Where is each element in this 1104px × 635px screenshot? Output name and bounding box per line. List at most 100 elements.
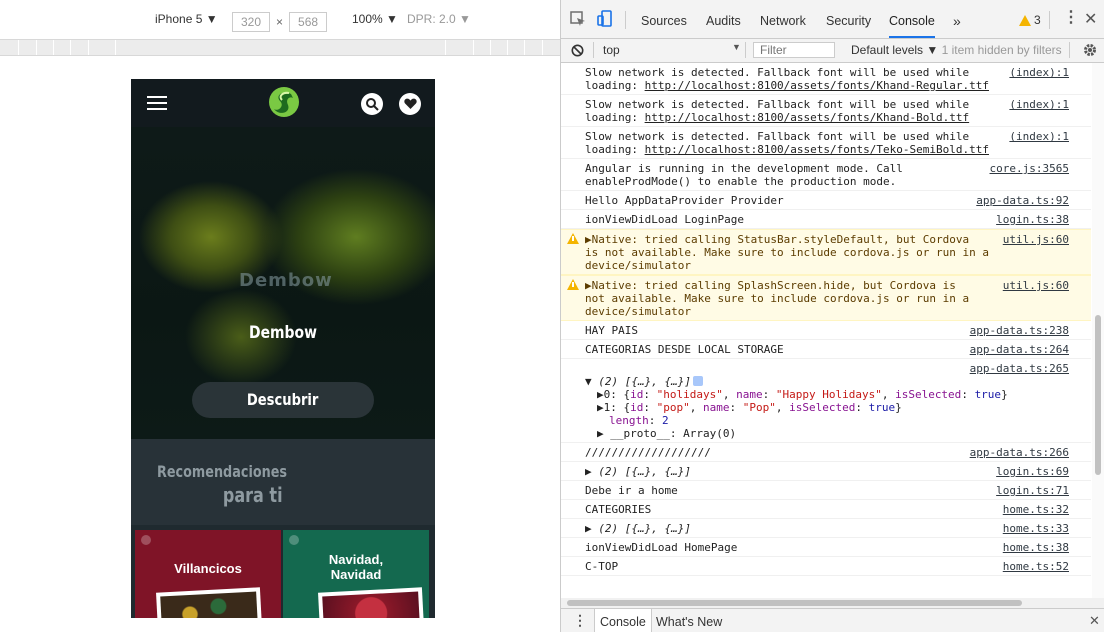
close-icon[interactable]: ✕ — [1084, 9, 1097, 29]
recommendations-title: Recomendaciones — [157, 462, 288, 481]
source-link[interactable]: app-data.ts:264 — [964, 343, 1069, 356]
resource-link[interactable]: http://localhost:8100/assets/fonts/Teko-… — [645, 143, 989, 156]
message-text-line2: loading: http://localhost:8100/assets/fo… — [585, 79, 1083, 92]
resource-link[interactable]: http://localhost:8100/assets/fonts/Khand… — [645, 111, 970, 124]
phone-viewport: Dembow Dembow Descubrir Recomendaciones … — [131, 79, 435, 618]
filter-input[interactable] — [753, 42, 835, 58]
app-header — [131, 79, 435, 127]
console-message: ///////////////////app-data.ts:266 — [561, 443, 1091, 462]
height-input[interactable]: 568 — [289, 12, 328, 32]
array-toggle[interactable]: ▼ (2) [{…}, {…}] — [585, 375, 1083, 388]
tab-security[interactable]: Security — [826, 0, 871, 38]
tab-audits[interactable]: Audits — [706, 0, 741, 38]
context-select[interactable]: top — [603, 43, 620, 57]
zoom-select[interactable]: 100% ▼ — [352, 12, 398, 26]
playlist-card[interactable]: Villancicos — [135, 530, 281, 618]
tab-sources[interactable]: Sources — [641, 0, 687, 38]
console-vertical-scrollbar[interactable] — [1092, 63, 1104, 598]
source-link[interactable]: app-data.ts:266 — [964, 446, 1069, 459]
inspect-element-icon[interactable] — [569, 10, 587, 28]
prop-selected: true — [974, 388, 1002, 401]
console-horizontal-scrollbar[interactable] — [561, 598, 1104, 608]
console-message: Slow network is detected. Fallback font … — [561, 95, 1091, 127]
source-link[interactable]: core.js:3565 — [984, 162, 1069, 175]
clear-console-icon[interactable] — [571, 44, 584, 57]
card-title-line1: Navidad, — [328, 552, 384, 567]
source-link[interactable]: login.ts:38 — [990, 213, 1069, 226]
tab-network[interactable]: Network — [760, 0, 806, 38]
dpr-select[interactable]: DPR: 2.0 ▼ — [407, 12, 471, 26]
source-link[interactable]: home.ts:32 — [997, 503, 1069, 516]
warning-counter[interactable]: 3 — [1019, 13, 1041, 27]
console-filter-bar: top ▼ Default levels ▼ 1 item hidden by … — [561, 39, 1104, 63]
devtools-tab-bar: Sources Audits Network Security Console … — [561, 0, 1104, 39]
devtools-panel: Sources Audits Network Security Console … — [560, 0, 1104, 632]
console-message: Slow network is detected. Fallback font … — [561, 127, 1091, 159]
device-toolbar-icon[interactable] — [596, 10, 614, 28]
drawer-menu-icon[interactable]: ⋮ — [573, 612, 587, 629]
discover-label: Descubrir — [247, 390, 319, 409]
more-tabs-button[interactable]: » — [953, 0, 961, 38]
card-badge — [289, 535, 299, 545]
card-title: Villancicos — [174, 561, 242, 576]
prop-name: "Happy Holidays" — [775, 388, 882, 401]
hero-watermark: Dembow — [239, 270, 333, 291]
array-length: length: 2 — [609, 414, 669, 427]
source-link[interactable]: home.ts:52 — [997, 560, 1069, 573]
media-query-ruler[interactable] — [0, 39, 560, 56]
app-logo — [269, 87, 299, 117]
message-text-line3: device/simulator — [585, 259, 691, 272]
chevron-down-icon[interactable]: ▼ — [732, 42, 741, 52]
console-message: Slow network is detected. Fallback font … — [561, 63, 1091, 95]
entry-index: ▶1: — [597, 401, 624, 414]
gear-icon[interactable] — [1083, 43, 1097, 57]
source-link[interactable]: util.js:60 — [996, 233, 1069, 246]
console-message: Hello AppDataProvider Provider app-data.t… — [561, 191, 1091, 210]
console-message: CATEGORIES home.ts:32 — [561, 500, 1091, 519]
info-icon — [692, 376, 703, 386]
tab-console[interactable]: Console — [889, 0, 935, 38]
proto-entry[interactable]: ▶ __proto__: Array(0) — [585, 427, 1083, 440]
drawer-tab-whats-new[interactable]: What's New — [651, 609, 727, 632]
resource-link[interactable]: http://localhost:8100/assets/fonts/Khand… — [645, 79, 989, 92]
playlist-card[interactable]: Navidad, Navidad — [283, 530, 429, 618]
source-link[interactable]: (index):1 — [1003, 130, 1069, 143]
console-message: HAY PAIS app-data.ts:238 — [561, 321, 1091, 340]
hero-banner: Dembow Dembow Descubrir — [131, 127, 435, 439]
array-entry[interactable]: ▶1: {id: "pop", name: "Pop", isSelected:… — [585, 401, 1083, 414]
discover-button[interactable]: Descubrir — [192, 382, 374, 418]
source-link[interactable]: app-data.ts:238 — [964, 324, 1069, 337]
search-icon[interactable] — [361, 93, 383, 115]
source-link[interactable]: (index):1 — [1003, 98, 1069, 111]
source-link[interactable]: app-data.ts:92 — [970, 194, 1069, 207]
source-link[interactable]: (index):1 — [1003, 66, 1069, 79]
close-drawer-icon[interactable]: ✕ — [1089, 613, 1100, 629]
card-image — [156, 587, 262, 618]
devtools-drawer-tabs: ⋮ Console What's New ✕ — [561, 608, 1104, 632]
log-levels-select[interactable]: Default levels ▼ 1 item hidden by filter… — [851, 43, 1062, 57]
device-select[interactable]: iPhone 5 ▼ — [155, 12, 218, 26]
source-link[interactable]: login.ts:69 — [990, 465, 1069, 478]
message-text: enableProdMode() to enable the productio… — [585, 175, 897, 188]
drawer-tab-console[interactable]: Console — [594, 609, 652, 632]
array-entry[interactable]: ▶0: {id: "holidays", name: "Happy Holida… — [585, 388, 1083, 401]
prop-selected: true — [868, 401, 896, 414]
kebab-menu-icon[interactable]: ⋮ — [1063, 9, 1079, 27]
prop-name: "Pop" — [742, 401, 776, 414]
warning-icon — [567, 233, 579, 244]
source-link[interactable]: home.ts:33 — [997, 522, 1069, 535]
menu-icon[interactable] — [147, 96, 167, 110]
device-toolbar: iPhone 5 ▼ 320 × 568 100% ▼ DPR: 2.0 ▼ — [0, 0, 560, 39]
source-link[interactable]: app-data.ts:265 — [964, 362, 1069, 375]
recommendations-subtitle: para ti — [223, 483, 283, 507]
console-message: ionViewDidLoad HomePage home.ts:38 — [561, 538, 1091, 557]
source-link[interactable]: login.ts:71 — [990, 484, 1069, 497]
warning-count: 3 — [1034, 13, 1041, 27]
width-input[interactable]: 320 — [232, 12, 271, 32]
source-link[interactable]: home.ts:38 — [997, 541, 1069, 554]
source-link[interactable]: util.js:60 — [996, 279, 1069, 292]
card-image — [318, 587, 424, 618]
console-warning: ▶Native: tried calling SplashScreen.hide… — [561, 275, 1091, 321]
heart-icon[interactable] — [399, 93, 421, 115]
console-message: ▶ (2) [{…}, {…}] home.ts:33 — [561, 519, 1091, 538]
